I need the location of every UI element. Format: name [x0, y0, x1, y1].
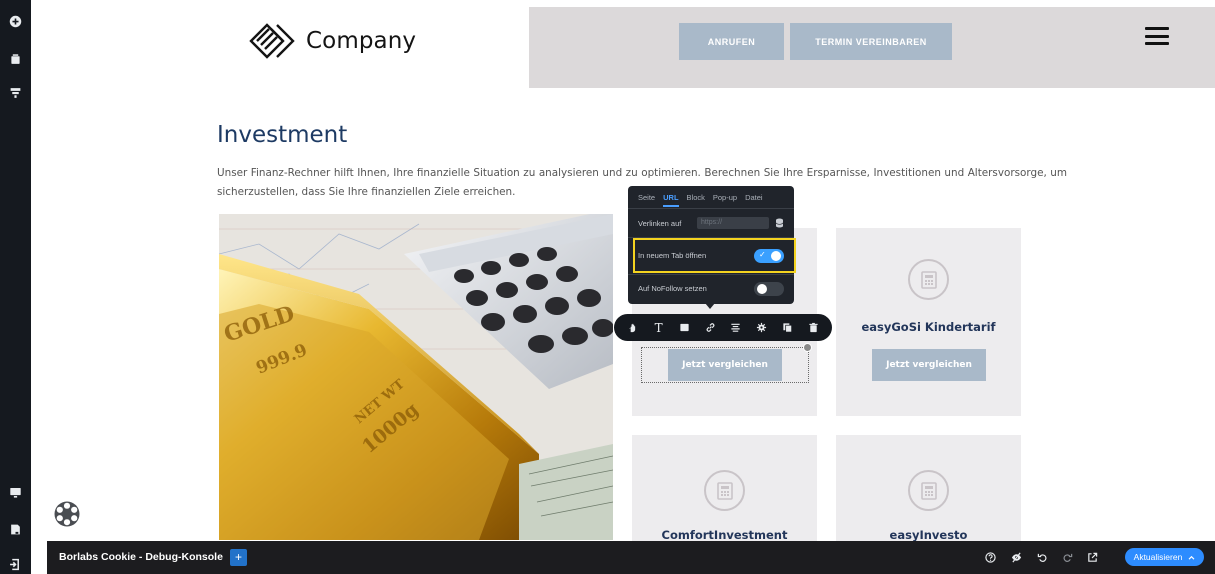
update-button[interactable]: Aktualisieren — [1125, 548, 1204, 566]
text-icon[interactable]: T — [651, 320, 667, 336]
redo-icon[interactable] — [1059, 549, 1076, 566]
selected-element-outline — [641, 347, 809, 383]
no-preview-icon[interactable] — [1008, 549, 1025, 566]
cookie-settings-icon[interactable] — [53, 500, 81, 528]
expand-console-button[interactable]: + — [230, 549, 247, 566]
page-title: Investment — [217, 122, 348, 148]
nofollow-toggle[interactable] — [754, 282, 784, 296]
book-appointment-button[interactable]: TERMIN VEREINBAREN — [790, 23, 952, 60]
element-toolbar: T — [614, 314, 832, 341]
header-bar: ANRUFEN TERMIN VEREINBAREN — [529, 7, 1215, 88]
new-tab-highlight — [633, 238, 796, 273]
align-icon[interactable] — [728, 320, 744, 336]
help-icon[interactable] — [982, 549, 999, 566]
selection-handle[interactable] — [803, 343, 812, 352]
compare-button[interactable]: Jetzt vergleichen — [872, 349, 986, 381]
tab-popup[interactable]: Pop-up — [713, 193, 737, 202]
gold-bar-image: GOLD 999.9 NET WT 1000g — [219, 214, 613, 540]
database-icon[interactable] — [775, 218, 784, 228]
duplicate-icon[interactable] — [779, 320, 795, 336]
exit-icon[interactable] — [6, 555, 25, 574]
panel-pointer — [705, 303, 715, 309]
logo-text: Company — [306, 28, 417, 54]
call-button[interactable]: ANRUFEN — [679, 23, 784, 60]
background-icon[interactable] — [676, 320, 692, 336]
undo-icon[interactable] — [1034, 549, 1051, 566]
logo-mark-icon — [249, 23, 295, 59]
editor-sidebar — [0, 0, 31, 574]
product-card-2: easyGoSi Kindertarif Jetzt vergleichen — [836, 228, 1021, 416]
card-title: easyGoSi Kindertarif — [861, 320, 996, 334]
tab-url[interactable]: URL — [663, 193, 679, 207]
page-root: Company ANRUFEN TERMIN VEREINBAREN Inves… — [0, 0, 1215, 574]
calculator-icon — [908, 259, 949, 300]
product-card-3: ComfortInvestment — [632, 435, 817, 545]
calculator-icon — [704, 470, 745, 511]
nofollow-label: Auf NoFollow setzen — [638, 284, 707, 293]
tab-seite[interactable]: Seite — [638, 193, 655, 202]
company-logo[interactable]: Company — [248, 21, 416, 61]
delete-icon[interactable] — [805, 320, 821, 336]
link-type-tabs: Seite URL Block Pop-up Datei — [638, 193, 763, 207]
device-preview-icon[interactable] — [6, 483, 25, 502]
add-icon[interactable] — [6, 12, 25, 31]
debug-console-bar: Borlabs Cookie - Debug-Konsole + Aktuali… — [47, 541, 1215, 574]
chevron-up-icon — [1188, 555, 1195, 560]
settings-icon[interactable] — [754, 320, 770, 336]
card-title: easyInvesto — [889, 528, 968, 542]
tab-block[interactable]: Block — [687, 193, 705, 202]
card-title: ComfortInvestment — [661, 528, 788, 542]
pages-icon[interactable] — [6, 520, 25, 539]
link-icon[interactable] — [702, 320, 718, 336]
menu-icon[interactable] — [1145, 27, 1169, 45]
link-to-label: Verlinken auf — [638, 219, 682, 228]
divider — [628, 208, 794, 209]
url-input[interactable]: https:// — [697, 217, 769, 229]
hand-icon[interactable] — [625, 320, 641, 336]
external-preview-icon[interactable] — [1084, 549, 1101, 566]
tab-datei[interactable]: Datei — [745, 193, 763, 202]
product-card-4: easyInvesto — [836, 435, 1021, 545]
debug-console-title: Borlabs Cookie - Debug-Konsole — [59, 551, 223, 563]
calculator-icon — [908, 470, 949, 511]
layout-icon[interactable] — [6, 83, 25, 102]
divider — [628, 274, 794, 275]
update-label: Aktualisieren — [1133, 552, 1183, 562]
blocks-icon[interactable] — [6, 50, 25, 69]
